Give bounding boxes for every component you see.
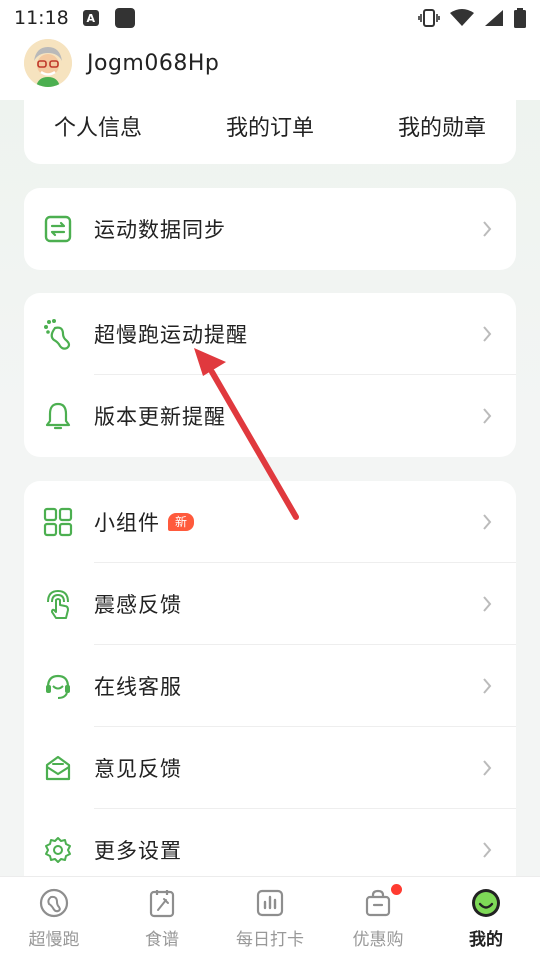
chevron-right-icon xyxy=(480,676,494,696)
personal-info-link[interactable]: 个人信息 xyxy=(54,110,142,142)
bell-icon xyxy=(42,400,74,432)
recipe-icon xyxy=(146,887,178,919)
nav-recipe-label: 食谱 xyxy=(145,930,179,950)
update-reminder-row[interactable]: 版本更新提醒 xyxy=(24,375,516,457)
chevron-right-icon xyxy=(480,324,494,344)
nav-me[interactable]: 我的 xyxy=(432,877,540,960)
exercise-reminder-label: 超慢跑运动提醒 xyxy=(94,323,248,347)
a-notification-icon: A xyxy=(82,10,99,26)
nav-run[interactable]: 超慢跑 xyxy=(0,877,108,960)
exercise-reminder-row[interactable]: 超慢跑运动提醒 xyxy=(24,293,516,375)
online-service-row[interactable]: 在线客服 xyxy=(24,645,516,727)
update-reminder-label: 版本更新提醒 xyxy=(94,405,226,429)
chevron-right-icon xyxy=(480,406,494,426)
settings-card: 小组件 新 震感反馈 在线客服 意见反馈 更多设置 xyxy=(24,481,516,901)
battery-icon xyxy=(514,8,526,28)
run-footprint-icon xyxy=(38,887,70,919)
nav-shop-label: 优惠购 xyxy=(352,930,404,950)
feedback-mail-icon xyxy=(42,752,74,784)
my-orders-link[interactable]: 我的订单 xyxy=(226,110,314,142)
signal-icon xyxy=(485,10,503,26)
data-sync-row[interactable]: 运动数据同步 xyxy=(24,188,516,270)
status-icons xyxy=(418,8,526,28)
nav-me-label: 我的 xyxy=(469,930,503,950)
data-sync-label: 运动数据同步 xyxy=(94,218,226,242)
chevron-right-icon xyxy=(480,840,494,860)
vibration-feedback-label: 震感反馈 xyxy=(94,593,182,617)
gear-icon xyxy=(42,834,74,866)
checkin-chart-icon xyxy=(254,887,286,919)
status-bar: 11:18 A xyxy=(0,0,540,36)
widget-label: 小组件 xyxy=(94,511,160,535)
vibration-touch-icon xyxy=(42,588,74,620)
feedback-row[interactable]: 意见反馈 xyxy=(24,727,516,809)
headset-icon xyxy=(42,670,74,702)
sync-card: 运动数据同步 xyxy=(24,188,516,270)
username: Jogm068Hp xyxy=(87,50,220,76)
my-medals-link[interactable]: 我的勋章 xyxy=(398,110,486,142)
bottom-nav: 超慢跑 食谱 每日打卡 优惠购 我的 xyxy=(0,876,540,960)
avatar-face-icon xyxy=(24,39,72,87)
notification-dot xyxy=(390,884,402,895)
shopping-bag-icon xyxy=(362,887,394,919)
footprint-icon xyxy=(42,318,74,350)
feedback-label: 意见反馈 xyxy=(94,757,182,781)
chevron-right-icon xyxy=(480,758,494,778)
vibration-feedback-row[interactable]: 震感反馈 xyxy=(24,563,516,645)
nav-shop[interactable]: 优惠购 xyxy=(324,877,432,960)
nav-checkin[interactable]: 每日打卡 xyxy=(216,877,324,960)
widget-grid-icon xyxy=(42,506,74,538)
vibrate-icon xyxy=(418,9,440,27)
profile-links-card: 个人信息 我的订单 我的勋章 xyxy=(24,100,516,164)
new-badge: 新 xyxy=(168,513,195,531)
nav-checkin-label: 每日打卡 xyxy=(236,930,304,950)
more-settings-label: 更多设置 xyxy=(94,839,182,863)
nav-recipe[interactable]: 食谱 xyxy=(108,877,216,960)
app-notification-icon xyxy=(114,8,135,28)
wifi-icon xyxy=(450,9,474,26)
user-header[interactable]: Jogm068Hp xyxy=(24,38,219,88)
reminder-card: 超慢跑运动提醒 版本更新提醒 xyxy=(24,293,516,457)
smiley-face-icon xyxy=(470,887,502,919)
online-service-label: 在线客服 xyxy=(94,675,182,699)
avatar[interactable] xyxy=(24,39,72,87)
chevron-right-icon xyxy=(480,512,494,532)
sync-data-icon xyxy=(42,213,74,245)
chevron-right-icon xyxy=(480,594,494,614)
nav-run-label: 超慢跑 xyxy=(28,930,80,950)
chevron-right-icon xyxy=(480,219,494,239)
status-time: 11:18 xyxy=(14,7,69,29)
widget-row[interactable]: 小组件 新 xyxy=(24,481,516,563)
